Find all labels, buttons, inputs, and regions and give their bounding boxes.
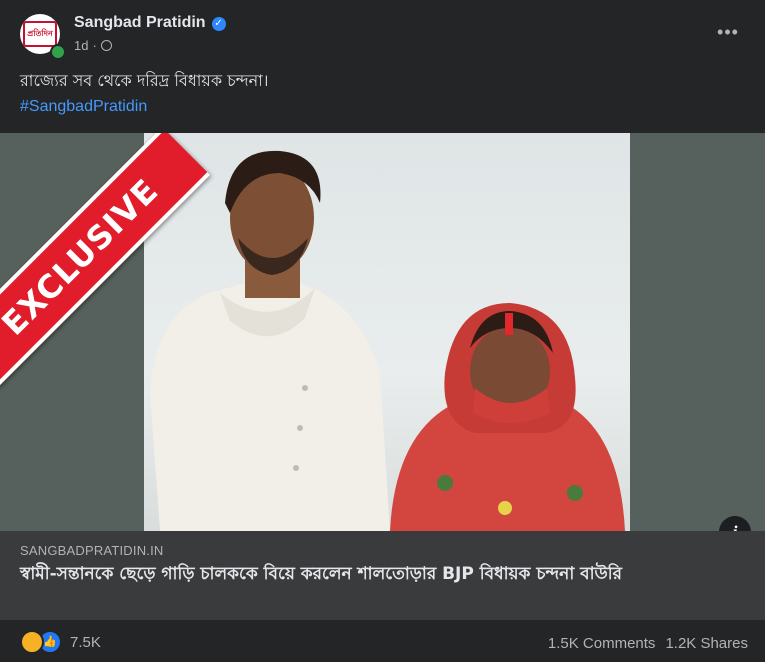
post-header: প্রতিদিন Sangbad Pratidin ✓ 1d · ••• — [0, 0, 765, 64]
verified-badge-icon: ✓ — [211, 17, 226, 31]
reaction-count[interactable]: 7.5K — [70, 634, 101, 651]
post-image[interactable]: EXCLUSIVE i — [0, 133, 765, 531]
page-name-link[interactable]: Sangbad Pratidin ✓ — [74, 14, 226, 32]
link-title[interactable]: স্বামী-সন্তানকে ছেড়ে গাড়ি চালককে বিয়ে… — [20, 563, 750, 585]
page-logo: প্রতিদিন — [23, 21, 57, 47]
post-stats: 1.5K Comments 1.2K Shares — [548, 635, 748, 652]
man-figure — [150, 150, 390, 531]
woman-figure — [390, 303, 625, 531]
shares-count[interactable]: 1.2K Shares — [665, 635, 748, 652]
reactions-summary[interactable]: 👍 7.5K — [20, 630, 101, 654]
hashtag-link[interactable]: #SangbadPratidin — [20, 98, 147, 116]
post-caption: রাজ্যের সব থেকে দরিদ্র বিধায়ক চন্দনা। — [20, 71, 269, 90]
page-name[interactable]: Sangbad Pratidin — [74, 14, 206, 31]
post-meta: 1d · — [74, 38, 112, 53]
link-preview[interactable]: SANGBADPRATIDIN.IN স্বামী-সন্তানকে ছেড়ে… — [0, 531, 765, 620]
active-status-dot — [50, 44, 66, 60]
haha-icon — [20, 630, 44, 654]
link-domain: SANGBADPRATIDIN.IN — [20, 543, 164, 558]
comments-count[interactable]: 1.5K Comments — [548, 635, 656, 652]
globe-icon[interactable] — [100, 40, 112, 51]
post-footer: 👍 7.5K 1.5K Comments 1.2K Shares — [0, 620, 765, 662]
info-button[interactable]: i — [719, 516, 751, 531]
post-time[interactable]: 1d — [74, 38, 88, 53]
meta-separator: · — [92, 38, 97, 53]
more-options-button[interactable]: ••• — [712, 22, 744, 46]
